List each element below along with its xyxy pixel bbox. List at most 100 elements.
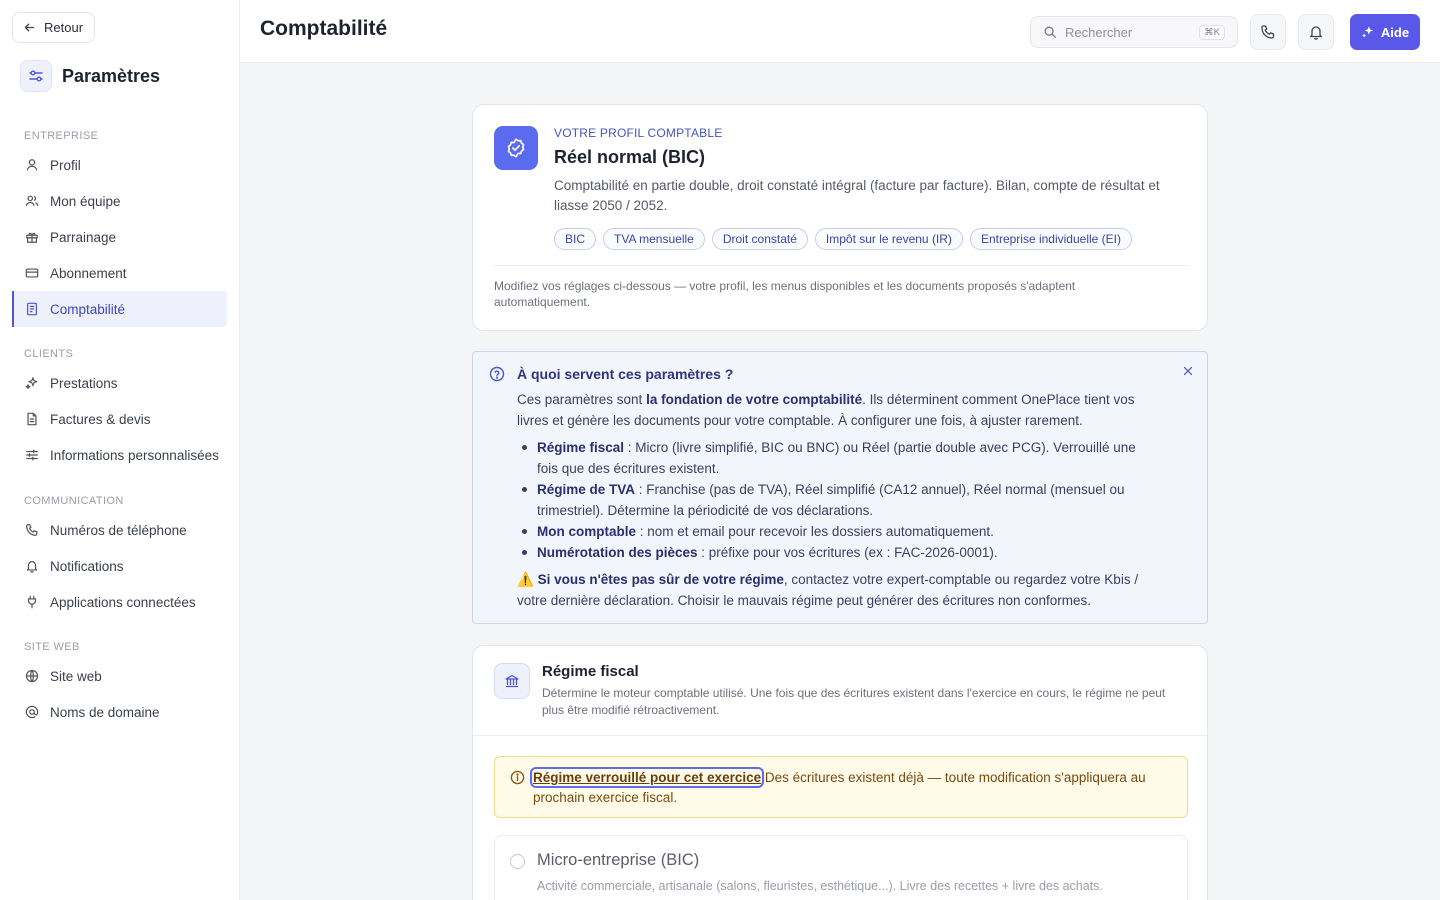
badge-check-icon: [494, 126, 538, 170]
search-box[interactable]: ⌘K: [1030, 16, 1238, 48]
at-icon: [25, 705, 39, 719]
nav-section-site-web: SITE WEB Site web Noms de domaine: [12, 639, 227, 730]
list-item: Numérotation des pièces : préfixe pour v…: [517, 542, 1157, 563]
profile-title: Réel normal (BIC): [554, 147, 706, 167]
notifications-button[interactable]: [1298, 14, 1334, 50]
list-item-term: Mon comptable: [537, 524, 637, 539]
option-title: Micro-entreprise (BIC): [537, 851, 700, 869]
settings-sliders-icon: [20, 60, 52, 92]
info-title: À quoi servent ces paramètres ?: [517, 366, 734, 382]
sidebar-item-factures-devis[interactable]: Factures & devis: [12, 401, 227, 437]
profile-note: Modifiez vos réglages ci-dessous — votre…: [494, 279, 1076, 309]
sidebar-item-informations-personnalisees[interactable]: Informations personnalisées: [12, 437, 227, 473]
divider: [473, 735, 1207, 736]
help-button[interactable]: Aide: [1350, 14, 1420, 50]
list-item-term: Numérotation des pièces: [537, 545, 698, 560]
sidebar-item-prestations[interactable]: Prestations: [12, 365, 227, 401]
info-warning: ⚠️ Si vous n'êtes pas sûr de votre régim…: [517, 569, 1157, 611]
sidebar-brand: Paramètres: [20, 60, 160, 92]
list-item: Régime de TVA : Franchise (pas de TVA), …: [517, 479, 1157, 521]
top-header: Comptabilité ⌘K Aide: [240, 0, 1440, 63]
sidebar-item-noms-domaine[interactable]: Noms de domaine: [12, 694, 227, 730]
list-item: Régime fiscal : Micro (livre simplifié, …: [517, 437, 1157, 479]
nav-section-clients: CLIENTS Prestations Factures & devis Inf…: [12, 346, 227, 473]
regime-locked-alert: Régime verrouillé pour cet exercice Des …: [494, 756, 1188, 818]
users-icon: [25, 195, 39, 206]
list-item: Mon comptable : nom et email pour recevo…: [517, 521, 1157, 542]
nav-heading: ENTREPRISE: [24, 130, 99, 142]
sidebar-item-label: Noms de domaine: [50, 704, 160, 720]
sidebar-item-label: Parrainage: [50, 229, 117, 245]
list-item-text: : Micro (livre simplifié, BIC ou BNC) ou…: [537, 440, 1136, 476]
info-warning-bold: Si vous n'êtes pas sûr de votre régime: [537, 572, 784, 587]
sidebar-item-comptabilite[interactable]: Comptabilité: [12, 291, 227, 327]
sidebar-item-label: Abonnement: [50, 265, 127, 281]
user-icon: [26, 159, 38, 171]
info-icon: [510, 770, 525, 785]
globe-icon: [25, 669, 39, 683]
sidebar-item-label: Numéros de téléphone: [50, 522, 187, 538]
sliders-icon: [26, 449, 38, 461]
sidebar-item-label: Site web: [50, 668, 102, 684]
profile-tags: BIC TVA mensuelle Droit constaté Impôt s…: [554, 228, 1132, 250]
back-button[interactable]: Retour: [12, 12, 96, 43]
info-intro-text: Ces paramètres sont: [517, 392, 647, 407]
nav-section-entreprise: ENTREPRISE Profil Mon équipe Parrainage …: [12, 128, 227, 327]
regime-title: Régime fiscal: [542, 663, 639, 680]
settings-sidebar: Retour Paramètres ENTREPRISE Profil Mon …: [0, 0, 240, 900]
sidebar-item-label: Profil: [50, 157, 81, 173]
search-input[interactable]: [1065, 24, 1195, 40]
profile-tag: BIC: [554, 228, 597, 250]
sidebar-item-label: Factures & devis: [50, 411, 151, 427]
phone-icon: [26, 524, 38, 536]
search-shortcut: ⌘K: [1199, 25, 1225, 40]
phone-button[interactable]: [1250, 14, 1286, 50]
nav-section-communication: COMMUNICATION Numéros de téléphone Notif…: [12, 493, 227, 620]
plug-icon: [27, 595, 37, 609]
sidebar-item-numeros-telephone[interactable]: Numéros de téléphone: [12, 512, 227, 548]
arrow-left-icon: [24, 23, 35, 32]
sidebar-item-site-web[interactable]: Site web: [12, 658, 227, 694]
sidebar-item-abonnement[interactable]: Abonnement: [12, 255, 227, 291]
phone-icon: [1261, 25, 1275, 39]
nav-heading: COMMUNICATION: [24, 495, 124, 507]
radio-button[interactable]: [510, 854, 525, 869]
sparkles-icon: [25, 377, 38, 390]
sidebar-item-label: Mon équipe: [50, 193, 121, 209]
sidebar-item-label: Prestations: [50, 375, 118, 391]
bank-icon: [494, 663, 530, 699]
receipt-icon: [27, 302, 37, 316]
accounting-profile-card: VOTRE PROFIL COMPTABLE Réel normal (BIC)…: [472, 104, 1208, 331]
sidebar-item-mon-equipe[interactable]: Mon équipe: [12, 183, 227, 219]
list-item-term: Régime de TVA: [537, 482, 636, 497]
profile-tag: Droit constaté: [711, 228, 808, 250]
info-list: Régime fiscal : Micro (livre simplifié, …: [517, 437, 1157, 563]
close-icon[interactable]: [1181, 364, 1195, 378]
regime-description: Détermine le moteur comptable utilisé. U…: [542, 686, 1166, 717]
option-description: Activité commerciale, artisanale (salons…: [537, 879, 1103, 893]
help-circle-icon: [489, 366, 505, 382]
list-item-text: : préfixe pour vos écritures (ex : FAC-2…: [697, 545, 998, 560]
nav-heading: CLIENTS: [24, 348, 74, 360]
regime-locked-link[interactable]: Régime verrouillé pour cet exercice: [529, 767, 765, 788]
search-icon: [1044, 26, 1056, 38]
credit-card-icon: [25, 268, 39, 278]
sparkles-icon: [1361, 26, 1373, 38]
gift-icon: [26, 232, 38, 243]
lock-alert-text: Régime verrouillé pour cet exercice Des …: [529, 767, 1153, 808]
sidebar-item-label: Informations personnalisées: [50, 447, 219, 463]
sidebar-item-profil[interactable]: Profil: [12, 147, 227, 183]
help-button-label: Aide: [1380, 24, 1410, 40]
sidebar-item-label: Comptabilité: [50, 301, 126, 317]
profile-tag: TVA mensuelle: [603, 228, 705, 250]
sidebar-item-parrainage[interactable]: Parrainage: [12, 219, 227, 255]
file-icon: [27, 412, 37, 426]
bell-icon: [1310, 26, 1322, 40]
profile-kicker: VOTRE PROFIL COMPTABLE: [554, 126, 723, 140]
sidebar-item-notifications[interactable]: Notifications: [12, 548, 227, 584]
back-button-label: Retour: [44, 20, 84, 35]
list-item-term: Régime fiscal: [537, 440, 625, 455]
regime-option-micro-bic[interactable]: Micro-entreprise (BIC) Activité commerci…: [494, 835, 1188, 900]
info-body: Ces paramètres sont la fondation de votr…: [517, 389, 1157, 611]
sidebar-item-applications-connectees[interactable]: Applications connectées: [12, 584, 227, 620]
